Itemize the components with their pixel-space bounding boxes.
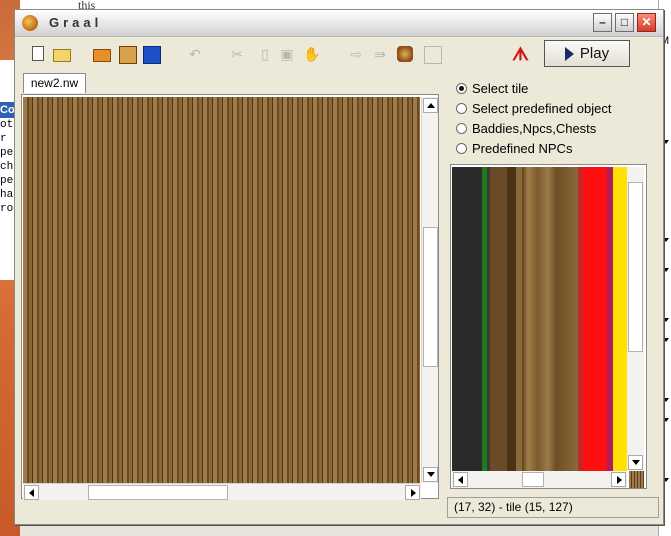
paste-icon[interactable]: ▣ bbox=[279, 46, 295, 62]
scroll-right-button[interactable] bbox=[611, 472, 626, 487]
play-icon bbox=[564, 46, 574, 61]
save-as-icon[interactable] bbox=[143, 46, 161, 64]
scroll-left-button[interactable] bbox=[453, 472, 468, 487]
play-button[interactable]: Play bbox=[544, 40, 630, 67]
toolbar: ↶ ✂ ▯ ▣ ✋ ⇨ ⇛ ᗑ Play bbox=[15, 37, 663, 71]
maximize-button[interactable]: □ bbox=[615, 13, 634, 32]
graal-editor-window: Graal – □ ✕ ↶ ✂ ▯ ▣ ✋ ⇨ ⇛ ᗑ Play new2.nw bbox=[14, 9, 664, 525]
scroll-up-button[interactable] bbox=[423, 98, 438, 113]
arrow-up-icon bbox=[427, 103, 435, 108]
radio-label: Predefined NPCs bbox=[472, 140, 573, 156]
open-folder-icon[interactable] bbox=[93, 49, 111, 62]
scroll-thumb[interactable] bbox=[522, 472, 544, 487]
scroll-thumb[interactable] bbox=[88, 485, 228, 500]
map-vertical-scrollbar[interactable] bbox=[421, 97, 438, 483]
window-title: Graal bbox=[49, 15, 103, 30]
radio-baddies-npcs-chests[interactable]: Baddies,Npcs,Chests bbox=[456, 118, 596, 138]
grid-icon[interactable] bbox=[424, 46, 442, 64]
play-button-label: Play bbox=[579, 45, 610, 62]
title-bar[interactable]: Graal – □ ✕ bbox=[15, 10, 663, 37]
tileset-palette[interactable] bbox=[452, 167, 627, 471]
status-bar: (17, 32) - tile (15, 127) bbox=[447, 497, 659, 518]
cut-icon[interactable]: ✂ bbox=[229, 46, 245, 62]
drag-icon[interactable]: ✋ bbox=[303, 46, 320, 62]
radio-indicator[interactable] bbox=[456, 142, 467, 154]
undo-icon[interactable]: ↶ bbox=[187, 46, 203, 62]
save-icon[interactable] bbox=[119, 46, 137, 64]
radio-label: Baddies,Npcs,Chests bbox=[472, 120, 597, 136]
forward2-icon[interactable]: ⇛ bbox=[372, 46, 388, 62]
graal-app-icon bbox=[22, 15, 38, 31]
selected-tile-preview bbox=[629, 471, 644, 488]
tileset-vertical-scrollbar[interactable] bbox=[627, 167, 644, 471]
level-map-canvas[interactable] bbox=[23, 97, 420, 483]
scroll-left-button[interactable] bbox=[24, 485, 39, 500]
arrow-right-icon bbox=[411, 489, 416, 497]
arrow-right-icon bbox=[617, 476, 622, 484]
map-horizontal-scrollbar[interactable] bbox=[23, 483, 421, 500]
scroll-right-button[interactable] bbox=[405, 485, 420, 500]
scroll-thumb[interactable] bbox=[423, 227, 438, 367]
radio-indicator[interactable] bbox=[456, 82, 467, 94]
new-file-icon[interactable] bbox=[32, 46, 44, 61]
arrow-down-icon bbox=[427, 472, 435, 477]
radio-select-predefined-object[interactable]: Select predefined object bbox=[456, 98, 611, 118]
radio-indicator[interactable] bbox=[456, 122, 467, 134]
open-icon[interactable] bbox=[53, 49, 71, 62]
tab-level-file[interactable]: new2.nw bbox=[23, 73, 86, 93]
forward-icon[interactable]: ⇨ bbox=[348, 46, 364, 62]
link-icon[interactable]: ᗑ bbox=[512, 45, 529, 63]
radio-predefined-npcs[interactable]: Predefined NPCs bbox=[456, 138, 572, 158]
minimize-button[interactable]: – bbox=[593, 13, 612, 32]
scroll-down-button[interactable] bbox=[423, 467, 438, 482]
radio-label: Select predefined object bbox=[472, 100, 612, 116]
copy-icon[interactable]: ▯ bbox=[257, 46, 273, 62]
arrow-left-icon bbox=[29, 489, 34, 497]
scroll-down-button[interactable] bbox=[628, 455, 643, 470]
npc-icon[interactable] bbox=[397, 46, 413, 62]
radio-indicator[interactable] bbox=[456, 102, 467, 114]
close-button[interactable]: ✕ bbox=[637, 13, 656, 32]
arrow-left-icon bbox=[458, 476, 463, 484]
tileset-horizontal-scrollbar[interactable] bbox=[452, 471, 627, 488]
arrow-down-icon bbox=[632, 460, 640, 465]
scroll-thumb[interactable] bbox=[628, 182, 643, 352]
radio-select-tile[interactable]: Select tile bbox=[456, 78, 528, 98]
radio-label: Select tile bbox=[472, 80, 529, 96]
